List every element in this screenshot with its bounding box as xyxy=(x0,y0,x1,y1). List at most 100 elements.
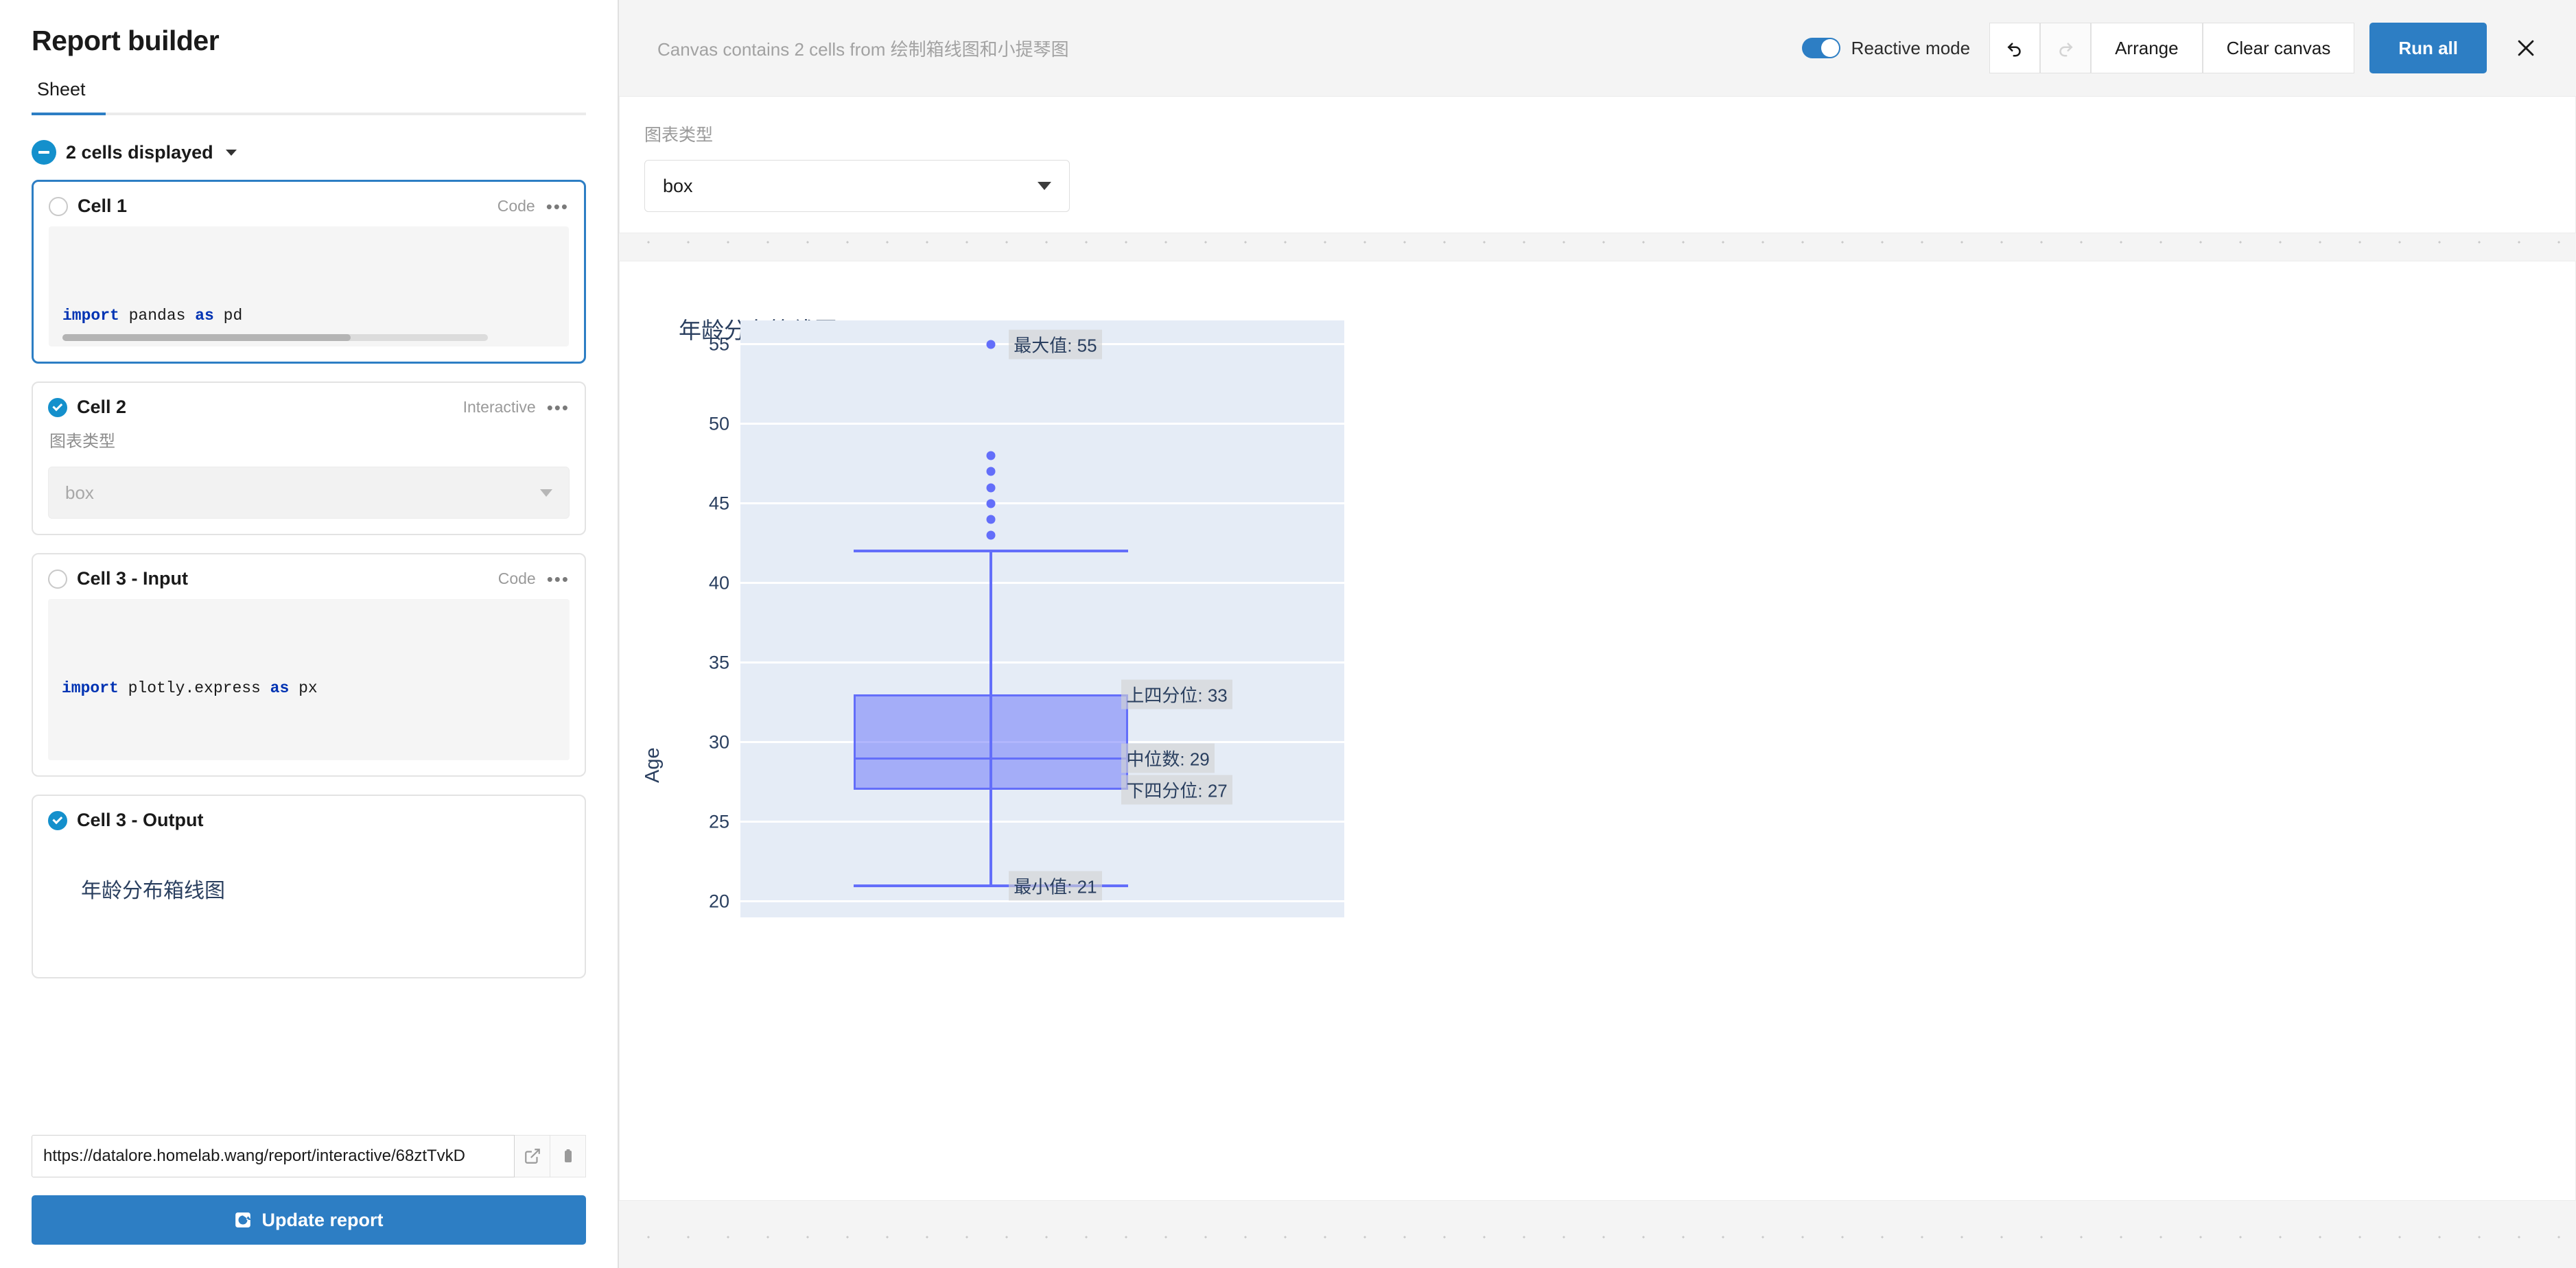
y-axis-tick: 45 xyxy=(708,493,729,514)
cell-1-code[interactable]: import pandas as pd employee_dataset = p… xyxy=(49,226,569,347)
share-url-input[interactable]: https://datalore.homelab.wang/report/int… xyxy=(32,1135,515,1177)
cell-1-code-hscrollbar[interactable] xyxy=(62,334,488,341)
cell-3-code[interactable]: import plotly.express as px # 根据选择的plot_… xyxy=(48,599,570,760)
gridline xyxy=(740,661,1344,664)
cell-3-output-header: Cell 3 - Output xyxy=(48,810,570,831)
copy-link-button[interactable] xyxy=(550,1135,586,1177)
canvas-card-selector[interactable]: 图表类型 box xyxy=(619,96,2576,233)
outlier-point xyxy=(986,530,996,540)
canvas-toolbar: Canvas contains 2 cells from 绘制箱线图和小提琴图 … xyxy=(619,0,2576,96)
cell-1-more-icon[interactable]: ••• xyxy=(546,198,569,215)
chevron-down-icon xyxy=(540,489,552,497)
cell-1-kind: Code xyxy=(497,197,535,215)
arrange-button[interactable]: Arrange xyxy=(2091,23,2203,73)
redo-icon xyxy=(2059,43,2073,57)
cell-3-output-select-radio[interactable] xyxy=(48,810,67,830)
run-all-button[interactable]: Run all xyxy=(2369,23,2487,73)
undo-button[interactable] xyxy=(1989,23,2041,73)
close-icon xyxy=(2518,40,2534,56)
close-button[interactable] xyxy=(2501,23,2551,73)
y-axis-tick: 55 xyxy=(708,333,729,355)
reactive-mode-toggle[interactable]: Reactive mode xyxy=(1801,37,1971,59)
tab-active-indicator xyxy=(32,113,106,115)
gridline xyxy=(740,502,1344,505)
box-iqr-rect xyxy=(854,694,1129,790)
cell-3-input-kind: Code xyxy=(497,570,536,587)
cell-3-input-header: Cell 3 - Input Code ••• xyxy=(48,568,570,589)
canvas-chart-type-select[interactable]: box xyxy=(644,160,1070,212)
chart-annotation: 最大值: 55 xyxy=(1009,329,1102,360)
outlier-point xyxy=(986,467,996,476)
update-report-label: Update report xyxy=(261,1209,384,1230)
clear-canvas-button[interactable]: Clear canvas xyxy=(2202,23,2355,73)
cell-3-input-title: Cell 3 - Input xyxy=(77,568,188,589)
canvas-card-plot[interactable]: 年龄分布箱线图 Age 2025303540455055最大值: 55上四分位:… xyxy=(619,261,2576,1201)
cell-2-kind: Interactive xyxy=(462,398,536,416)
undo-icon xyxy=(2007,43,2021,57)
chevron-down-icon[interactable] xyxy=(225,149,237,156)
cell-2-select-radio[interactable] xyxy=(48,397,67,417)
median-line xyxy=(854,757,1129,760)
cell-card-1[interactable]: Cell 1 Code ••• import pandas as pd empl… xyxy=(32,180,586,364)
y-axis-tick: 30 xyxy=(708,731,729,753)
y-axis-tick: 35 xyxy=(708,652,729,673)
update-report-button[interactable]: Update report xyxy=(32,1195,586,1245)
collapse-cells-icon[interactable] xyxy=(32,140,56,165)
cell-1-select-radio[interactable] xyxy=(49,196,68,216)
cell-2-select-value: box xyxy=(65,482,94,503)
left-panel-footer: https://datalore.homelab.wang/report/int… xyxy=(0,1117,618,1268)
canvas-select-label: 图表类型 xyxy=(644,126,714,145)
cell-3-input-more-icon[interactable]: ••• xyxy=(547,570,570,588)
canvas-select-value: box xyxy=(663,175,693,196)
cells-summary-bar: 2 cells displayed xyxy=(0,115,618,165)
y-axis-tick: 50 xyxy=(708,413,729,434)
tab-sheet[interactable]: Sheet xyxy=(37,75,86,113)
share-url-row: https://datalore.homelab.wang/report/int… xyxy=(32,1135,586,1177)
cells-displayed-label: 2 cells displayed xyxy=(66,141,213,163)
canvas-info-text: Canvas contains 2 cells from 绘制箱线图和小提琴图 xyxy=(657,38,1069,60)
code-line: import pandas as pd xyxy=(62,306,243,325)
redo-button xyxy=(2040,23,2092,73)
cell-1-header: Cell 1 Code ••• xyxy=(49,196,569,217)
left-panel-header: Report builder Sheet xyxy=(0,0,618,115)
outlier-point xyxy=(986,483,996,493)
y-axis-tick: 40 xyxy=(708,572,729,594)
cell-3-input-select-radio[interactable] xyxy=(48,569,67,589)
gridline xyxy=(740,582,1344,585)
chart-annotation: 中位数: 29 xyxy=(1121,743,1215,773)
gridline xyxy=(740,821,1344,823)
cell-card-2[interactable]: Cell 2 Interactive ••• 图表类型 box xyxy=(32,381,586,535)
sheet-tabs: Sheet xyxy=(32,75,586,115)
chart-annotation: 上四分位: 33 xyxy=(1121,679,1232,709)
gridline xyxy=(740,423,1344,425)
box-plot-figure: 年龄分布箱线图 Age 2025303540455055最大值: 55上四分位:… xyxy=(620,261,2575,1200)
cells-list: Cell 1 Code ••• import pandas as pd empl… xyxy=(0,165,618,1117)
outlier-point xyxy=(986,499,996,508)
y-axis-tick: 20 xyxy=(708,891,729,912)
canvas-surface[interactable]: 图表类型 box 年龄分布箱线图 Age 2025303540455055最大值… xyxy=(619,96,2576,1268)
left-panel: Report builder Sheet 2 cells displayed C… xyxy=(0,0,619,1268)
refresh-icon xyxy=(235,1212,252,1228)
cell-card-3-output[interactable]: Cell 3 - Output 年龄分布箱线图 xyxy=(32,795,586,978)
cell-3-output-chart-title: 年龄分布箱线图 xyxy=(81,880,225,902)
cell-2-chart-type-select[interactable]: box xyxy=(48,467,570,519)
toggle-switch[interactable] xyxy=(1801,38,1840,58)
cell-2-field-label: 图表类型 xyxy=(49,432,115,451)
open-in-new-tab-button[interactable] xyxy=(515,1135,550,1177)
chevron-down-icon xyxy=(1038,182,1051,190)
canvas-panel: Canvas contains 2 cells from 绘制箱线图和小提琴图 … xyxy=(619,0,2576,1268)
gridline xyxy=(740,900,1344,903)
outlier-point xyxy=(986,515,996,524)
cell-2-header: Cell 2 Interactive ••• xyxy=(48,397,570,418)
page-title: Report builder xyxy=(32,25,220,56)
reactive-mode-label: Reactive mode xyxy=(1851,37,1971,58)
plot-area: 20 25 30 35 40 45 50 55 最大值: 55 上四分位: 33 中位数: 29 下四… xyxy=(709,320,1344,917)
report-builder-app: Report builder Sheet 2 cells displayed C… xyxy=(0,0,2576,1268)
outlier-point xyxy=(986,340,996,349)
cell-1-title: Cell 1 xyxy=(78,196,128,216)
code-line: import plotly.express as px xyxy=(62,679,318,697)
cell-card-3-input[interactable]: Cell 3 - Input Code ••• import plotly.ex… xyxy=(32,553,586,777)
cell-3-output-title: Cell 3 - Output xyxy=(77,810,204,830)
cell-2-more-icon[interactable]: ••• xyxy=(547,399,570,416)
outlier-point xyxy=(986,451,996,460)
